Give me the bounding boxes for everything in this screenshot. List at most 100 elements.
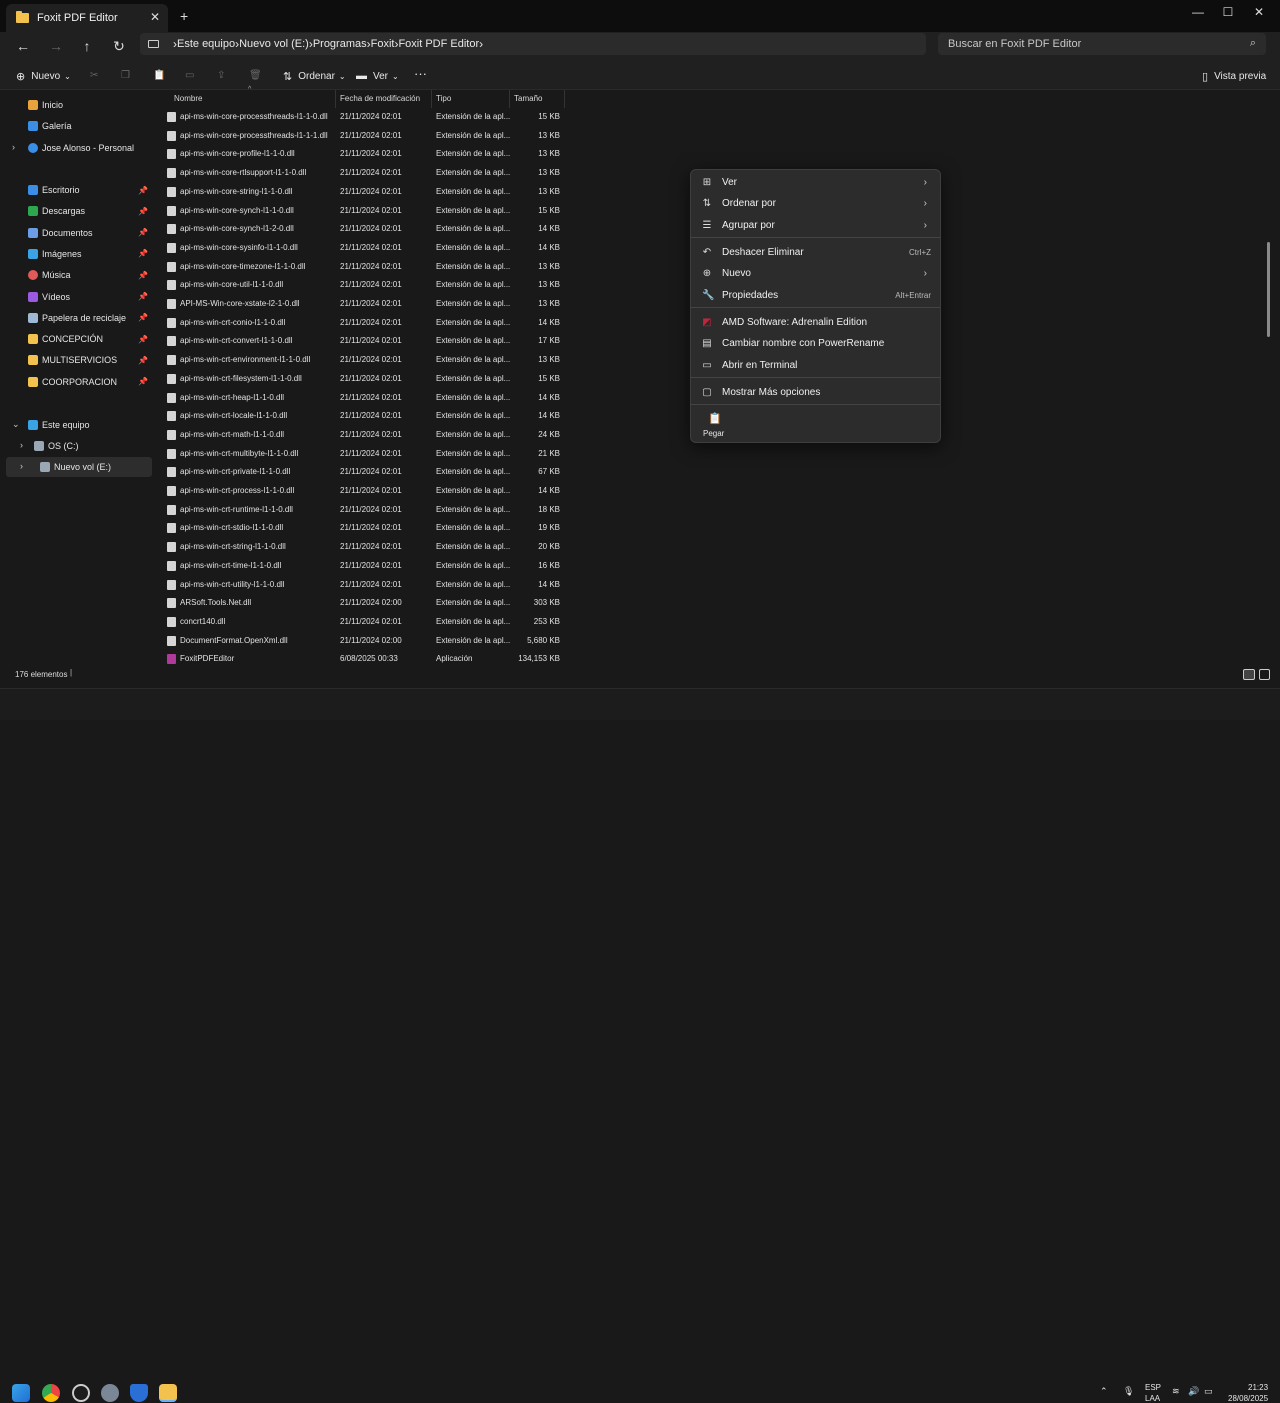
close-window-button[interactable]: ✕ xyxy=(1244,5,1274,19)
search-input[interactable]: Buscar en Foxit PDF Editor xyxy=(948,38,1081,50)
up-button[interactable]: ↑ xyxy=(77,38,97,54)
table-row[interactable]: api-ms-win-crt-filesystem-l1-1-0.dll 21/1… xyxy=(160,370,565,388)
sidebar-item[interactable]: Imágenes 📌 xyxy=(0,244,152,264)
table-row[interactable]: api-ms-win-crt-stdio-l1-1-0.dll 21/11/202… xyxy=(160,519,565,537)
preview-pane-button[interactable]: ▯ Vista previa xyxy=(1202,70,1266,83)
table-row[interactable]: api-ms-win-core-rtlsupport-l1-1-0.dll 21/… xyxy=(160,164,565,182)
chevron-right-icon[interactable]: › xyxy=(12,142,15,152)
forward-button[interactable]: → xyxy=(46,38,66,54)
sidebar-item[interactable]: Nuevo vol (E:) › xyxy=(6,457,152,478)
table-row[interactable]: api-ms-win-crt-heap-l1-1-0.dll 21/11/2024… xyxy=(160,389,565,407)
maximize-button[interactable]: ☐ xyxy=(1213,5,1243,19)
sidebar-item[interactable]: MULTISERVICIOS 📌 xyxy=(0,350,152,370)
table-row[interactable]: api-ms-win-crt-conio-l1-1-0.dll 21/11/202… xyxy=(160,314,565,332)
paste-icon[interactable]: 📋 xyxy=(153,70,165,81)
battery-icon[interactable]: ▭ xyxy=(1204,1386,1213,1397)
paste-icon[interactable]: 📋 xyxy=(708,412,722,425)
breadcrumb[interactable]: › Este equipo › Nuevo vol (E:) › Programas › Fo… xyxy=(140,33,926,55)
column-size[interactable]: Tamaño xyxy=(510,90,565,108)
sidebar-item[interactable]: Este equipo ⌄ xyxy=(0,415,152,435)
table-row[interactable]: api-ms-win-core-synch-l1-1-0.dll 21/11/20… xyxy=(160,202,565,220)
menu-item[interactable]: ⇅ Ordenar por › xyxy=(695,193,937,213)
start-icon[interactable] xyxy=(12,1384,30,1402)
menu-item[interactable]: ☰ Agrupar por › xyxy=(695,215,937,235)
back-button[interactable]: ← xyxy=(13,38,33,54)
copy-icon[interactable]: ❐ xyxy=(121,70,130,81)
view-button[interactable]: ▬ Ver ⌄ xyxy=(356,70,399,82)
table-row[interactable]: API-MS-Win-core-xstate-l2-1-0.dll 21/11/2… xyxy=(160,295,565,313)
chevron-right-icon[interactable]: › xyxy=(20,440,23,450)
column-name[interactable]: Nombre xyxy=(170,90,336,108)
table-row[interactable]: api-ms-win-core-synch-l1-2-0.dll 21/11/20… xyxy=(160,220,565,238)
language-secondary[interactable]: LAA xyxy=(1145,1394,1160,1403)
language-primary[interactable]: ESP xyxy=(1145,1383,1161,1392)
table-row[interactable]: api-ms-win-core-timezone-l1-1-0.dll 21/11… xyxy=(160,258,565,276)
table-row[interactable]: concrt140.dll 21/11/2024 02:01 Extensión d… xyxy=(160,613,565,631)
table-row[interactable]: api-ms-win-crt-convert-l1-1-0.dll 21/11/2… xyxy=(160,332,565,350)
volume-icon[interactable]: 🔊 xyxy=(1188,1386,1199,1397)
sidebar-item[interactable]: Jose Alonso - Personal › xyxy=(0,138,152,158)
table-row[interactable]: DocumentFormat.OpenXml.dll 21/11/2024 02:… xyxy=(160,632,565,650)
minimize-button[interactable]: — xyxy=(1183,5,1213,19)
tiles-view-icon[interactable] xyxy=(1259,669,1270,680)
table-row[interactable]: api-ms-win-crt-math-l1-1-0.dll 21/11/2024… xyxy=(160,426,565,444)
table-row[interactable]: api-ms-win-crt-string-l1-1-0.dll 21/11/20… xyxy=(160,538,565,556)
new-button[interactable]: ⊕ Nuevo ⌄ xyxy=(16,70,71,83)
sidebar-item[interactable]: Descargas 📌 xyxy=(0,201,152,221)
breadcrumb-item[interactable]: Este equipo xyxy=(177,38,235,50)
file-explorer-icon[interactable] xyxy=(159,1384,177,1402)
breadcrumb-item[interactable]: Foxit PDF Editor xyxy=(398,38,479,50)
paste-label[interactable]: Pegar xyxy=(703,429,724,438)
table-row[interactable]: api-ms-win-crt-runtime-l1-1-0.dll 21/11/2… xyxy=(160,501,565,519)
scrollbar[interactable] xyxy=(1267,242,1270,337)
wifi-icon[interactable]: ≋ xyxy=(1172,1386,1180,1397)
menu-item[interactable]: 🔧 Propiedades Alt+Entrar xyxy=(695,285,937,305)
sidebar-item[interactable]: Galería xyxy=(0,116,152,136)
sidebar-item[interactable]: Vídeos 📌 xyxy=(0,287,152,307)
more-options-button[interactable]: ··· xyxy=(414,66,427,81)
table-row[interactable]: api-ms-win-crt-utility-l1-1-0.dll 21/11/2… xyxy=(160,576,565,594)
sidebar-item[interactable]: Música 📌 xyxy=(0,265,152,285)
sidebar-item[interactable]: Papelera de reciclaje 📌 xyxy=(0,308,152,328)
delete-icon[interactable]: 🗑 xyxy=(249,70,262,81)
column-date[interactable]: Fecha de modificación xyxy=(336,90,432,108)
defender-shield-icon[interactable] xyxy=(130,1384,148,1402)
menu-item[interactable]: ▢ Mostrar Más opciones xyxy=(695,382,937,402)
chevron-right-icon[interactable]: › xyxy=(20,461,23,471)
search-box[interactable]: Buscar en Foxit PDF Editor ⌕ xyxy=(938,33,1266,55)
breadcrumb-item[interactable]: Programas xyxy=(313,38,367,50)
table-row[interactable]: api-ms-win-core-processthreads-l1-1-1.dl… xyxy=(160,127,565,145)
tab-foxit-pdf-editor[interactable]: Foxit PDF Editor ✕ xyxy=(6,4,168,32)
menu-item[interactable]: ◩ AMD Software: Adrenalin Edition xyxy=(695,312,937,332)
refresh-button[interactable]: ↻ xyxy=(109,38,129,55)
menu-item[interactable]: ▭ Abrir en Terminal xyxy=(695,355,937,375)
table-row[interactable]: api-ms-win-crt-multibyte-l1-1-0.dll 21/11… xyxy=(160,445,565,463)
column-type[interactable]: Tipo xyxy=(432,90,510,108)
sidebar-item[interactable]: Inicio xyxy=(0,95,152,115)
table-row[interactable]: api-ms-win-core-string-l1-1-0.dll 21/11/2… xyxy=(160,183,565,201)
menu-item[interactable]: ↶ Deshacer Eliminar Ctrl+Z xyxy=(695,242,937,262)
breadcrumb-chevron-icon[interactable]: › xyxy=(479,37,483,51)
share-icon[interactable]: ⇪ xyxy=(217,70,225,81)
sidebar-item[interactable]: CONCEPCIÓN 📌 xyxy=(0,329,152,349)
chrome-icon[interactable] xyxy=(42,1384,60,1402)
breadcrumb-item[interactable]: Foxit xyxy=(371,38,395,50)
rename-icon[interactable]: ▭ xyxy=(185,70,194,81)
chevron-up-icon[interactable]: ⌃ xyxy=(1100,1386,1108,1397)
clock-time[interactable]: 21:23 xyxy=(1248,1383,1268,1392)
table-row[interactable]: api-ms-win-core-processthreads-l1-1-0.dl… xyxy=(160,108,565,126)
details-view-icon[interactable] xyxy=(1243,669,1255,680)
clock-date[interactable]: 28/08/2025 xyxy=(1228,1394,1268,1403)
menu-item[interactable]: ▤ Cambiar nombre con PowerRename xyxy=(695,333,937,353)
app-icon[interactable] xyxy=(72,1384,90,1402)
table-row[interactable]: api-ms-win-core-util-l1-1-0.dll 21/11/202… xyxy=(160,276,565,294)
settings-gear-icon[interactable] xyxy=(101,1384,119,1402)
breadcrumb-item[interactable]: Nuevo vol (E:) xyxy=(239,38,309,50)
cut-icon[interactable]: ✂ xyxy=(90,70,98,81)
table-row[interactable]: api-ms-win-crt-time-l1-1-0.dll 21/11/2024… xyxy=(160,557,565,575)
microphone-icon[interactable]: 🎙 xyxy=(1123,1386,1134,1397)
menu-item[interactable]: ⊞ Ver › xyxy=(695,172,937,192)
sidebar-item[interactable]: OS (C:) › xyxy=(0,436,152,456)
new-tab-button[interactable]: + xyxy=(180,8,188,24)
close-tab-icon[interactable]: ✕ xyxy=(150,10,160,24)
